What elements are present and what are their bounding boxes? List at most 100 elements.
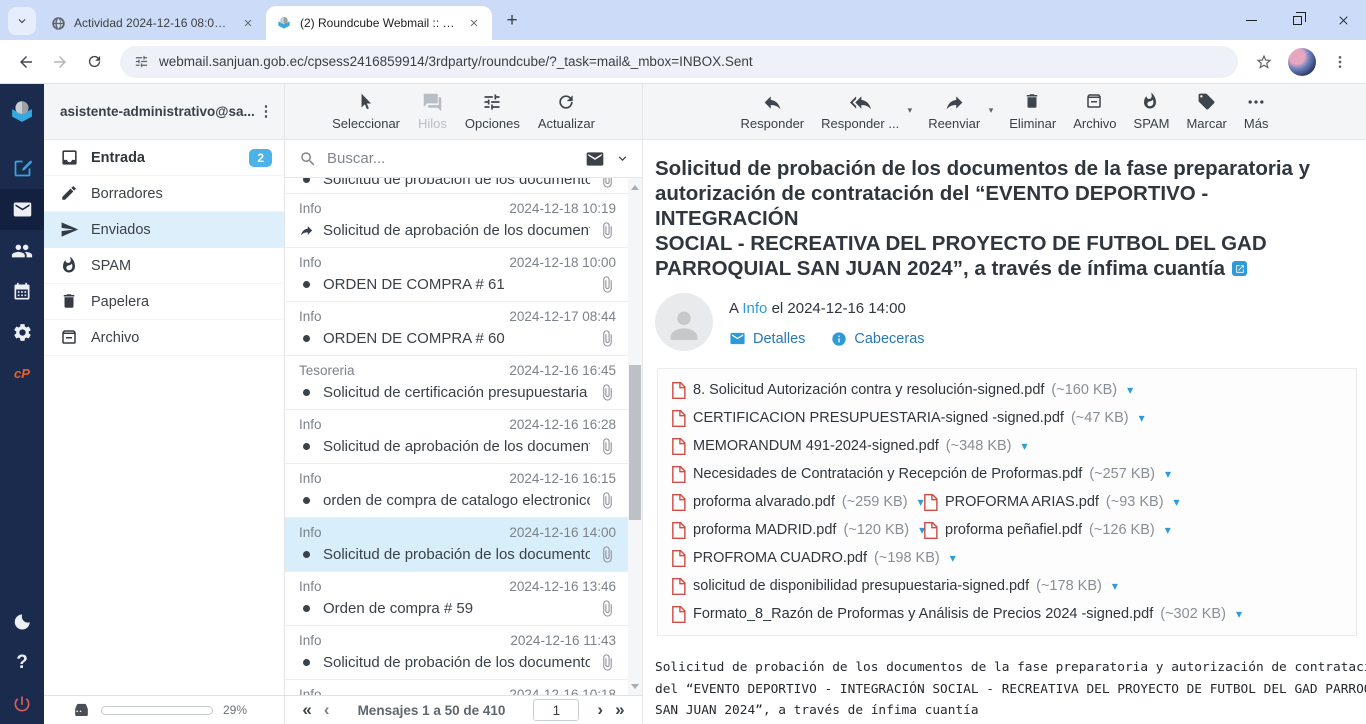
attachment-item[interactable]: proforma peñafiel.pdf (~126 KB) ▾ [923, 522, 1171, 539]
unread-marker[interactable] [299, 659, 314, 666]
tab-search-button[interactable] [8, 7, 36, 35]
forwarded-icon[interactable] [299, 223, 314, 238]
calendar-button[interactable] [0, 271, 44, 312]
opciones-button[interactable]: Opciones [465, 92, 520, 131]
browser-profile-avatar[interactable] [1288, 48, 1316, 76]
message-list-item[interactable]: Info 2024-12-16 14:00 Solicitud de proba… [285, 518, 628, 572]
scrollbar-thumb[interactable] [629, 365, 641, 520]
search-bar[interactable]: Buscar... [285, 140, 642, 178]
unread-marker[interactable] [299, 335, 314, 342]
close-button[interactable] [1320, 0, 1366, 40]
attachment-menu-caret-icon[interactable]: ▾ [1165, 467, 1171, 481]
message-list-item[interactable]: Info 2024-12-17 08:44 ORDEN DE COMPRA # … [285, 302, 628, 356]
attachment-menu-caret-icon[interactable]: ▾ [1022, 439, 1028, 453]
page-number-input[interactable]: 1 [533, 699, 579, 721]
first-page-button[interactable]: « [302, 700, 311, 720]
unread-marker[interactable] [299, 605, 314, 612]
spam-button[interactable]: SPAM [1134, 92, 1170, 131]
headers-toggle[interactable]: Cabeceras [831, 331, 924, 347]
browser-menu-button[interactable] [1324, 46, 1356, 78]
help-button[interactable]: ? [0, 642, 44, 683]
tab-close-icon[interactable] [240, 15, 256, 31]
reload-button[interactable] [78, 46, 110, 78]
dropdown-caret-icon[interactable]: ▾ [908, 105, 913, 116]
dropdown-caret-icon[interactable]: ▾ [989, 105, 994, 116]
folder-item-archivo[interactable]: Archivo [44, 320, 284, 356]
attachment-item[interactable]: proforma MADRID.pdf (~120 KB) ▾ [671, 522, 923, 539]
mail-button[interactable] [0, 189, 44, 230]
message-list-item[interactable]: Info 2024-12-16 11:43 Solicitud de proba… [285, 626, 628, 680]
unread-marker[interactable] [299, 281, 314, 288]
search-scope-icon[interactable] [585, 149, 605, 169]
eliminar-button[interactable]: Eliminar [1009, 92, 1056, 131]
message-list-item[interactable]: Info 2024-12-18 10:19 Solicitud de aprob… [285, 194, 628, 248]
contacts-button[interactable] [0, 230, 44, 271]
message-list-item[interactable]: Info 2024-12-16 13:46 Orden de compra # … [285, 572, 628, 626]
search-options-chevron-icon[interactable] [615, 151, 630, 166]
message-list-item[interactable]: Solicitud de probación de los documentos… [285, 178, 628, 194]
unread-marker[interactable] [299, 497, 314, 504]
attachment-item[interactable]: proforma alvarado.pdf (~259 KB) ▾ [671, 494, 923, 511]
unread-marker[interactable] [299, 551, 314, 558]
browser-tab-activity[interactable]: Actividad 2024-12-16 08:00:00 [40, 6, 266, 40]
attachment-menu-caret-icon[interactable]: ▾ [1174, 495, 1180, 509]
m-s-button[interactable]: Más [1244, 92, 1269, 131]
message-list-item[interactable]: Info 2024-12-16 16:28 Solicitud de aprob… [285, 410, 628, 464]
unread-marker[interactable] [299, 443, 314, 450]
attachment-menu-caret-icon[interactable]: ▾ [1165, 523, 1171, 537]
folder-item-spam[interactable]: SPAM [44, 248, 284, 284]
folder-item-entrada[interactable]: Entrada 2 [44, 140, 284, 176]
browser-tab-roundcube[interactable]: (2) Roundcube Webmail :: Envia [266, 6, 492, 40]
attachment-menu-caret-icon[interactable]: ▾ [1112, 579, 1118, 593]
settings-button[interactable] [0, 312, 44, 353]
search-input[interactable]: Buscar... [327, 150, 575, 167]
restore-button[interactable] [1274, 0, 1320, 40]
attachment-menu-caret-icon[interactable]: ▾ [1127, 383, 1133, 397]
attachment-item[interactable]: solicitud de disponibilidad presupuestar… [671, 578, 1118, 595]
seleccionar-button[interactable]: Seleccionar [332, 92, 400, 131]
archivo-button[interactable]: Archivo [1073, 92, 1116, 131]
scroll-up-icon[interactable] [628, 180, 642, 194]
minimize-button[interactable] [1228, 0, 1274, 40]
logout-button[interactable] [0, 683, 44, 724]
tab-close-icon[interactable] [466, 15, 482, 31]
responder-button[interactable]: Responder ... ▾ [821, 92, 899, 131]
recipient-link[interactable]: Info [742, 300, 767, 317]
message-list-item[interactable]: Info 2024-12-16 16:15 orden de compra de… [285, 464, 628, 518]
cpanel-button[interactable]: cP [0, 353, 44, 394]
folder-item-enviados[interactable]: Enviados [44, 212, 284, 248]
details-toggle[interactable]: Detalles [729, 330, 805, 347]
folder-item-papelera[interactable]: Papelera [44, 284, 284, 320]
actualizar-button[interactable]: Actualizar [538, 92, 595, 131]
new-tab-button[interactable]: + [498, 7, 526, 35]
folder-item-borradores[interactable]: Borradores [44, 176, 284, 212]
reenviar-button[interactable]: Reenviar ▾ [928, 92, 980, 131]
attachment-menu-caret-icon[interactable]: ▾ [1139, 411, 1145, 425]
responder-button[interactable]: Responder [741, 92, 805, 131]
attachment-item[interactable]: PROFROMA CUADRO.pdf (~198 KB) ▾ [671, 550, 956, 567]
attachment-item[interactable]: Formato_8_Razón de Proformas y Análisis … [671, 606, 1242, 623]
attachment-menu-caret-icon[interactable]: ▾ [950, 551, 956, 565]
unread-marker[interactable] [299, 389, 314, 396]
attachment-item[interactable]: Necesidades de Contratación y Recepción … [671, 466, 1171, 483]
scroll-down-icon[interactable] [628, 679, 642, 693]
next-page-button[interactable]: › [597, 700, 603, 720]
unread-marker[interactable] [299, 178, 314, 183]
last-page-button[interactable]: » [615, 700, 624, 720]
attachment-item[interactable]: CERTIFICACION PRESUPUESTARIA-signed -sig… [671, 410, 1145, 427]
list-scrollbar[interactable] [628, 178, 642, 695]
message-list-item[interactable]: Info 2024-12-18 10:00 ORDEN DE COMPRA # … [285, 248, 628, 302]
attachment-item[interactable]: MEMORANDUM 491-2024-signed.pdf (~348 KB)… [671, 438, 1028, 455]
attachment-item[interactable]: 8. Solicitud Autorización contra y resol… [671, 382, 1133, 399]
dark-mode-button[interactable] [0, 601, 44, 642]
prev-page-button[interactable]: ‹ [324, 700, 330, 720]
marcar-button[interactable]: Marcar [1186, 92, 1226, 131]
attachment-item[interactable]: PROFORMA ARIAS.pdf (~93 KB) ▾ [923, 494, 1180, 511]
message-list-item[interactable]: Tesoreria 2024-12-16 16:45 Solicitud de … [285, 356, 628, 410]
message-list-item[interactable]: Info 2024-12-16 10:18 [285, 680, 628, 695]
open-external-icon[interactable] [1232, 261, 1247, 276]
back-button[interactable] [10, 46, 42, 78]
account-menu-button[interactable]: ⋮ [256, 109, 276, 114]
attachment-menu-caret-icon[interactable]: ▾ [1236, 607, 1242, 621]
address-bar[interactable]: webmail.sanjuan.gob.ec/cpsess2416859914/… [120, 46, 1238, 78]
